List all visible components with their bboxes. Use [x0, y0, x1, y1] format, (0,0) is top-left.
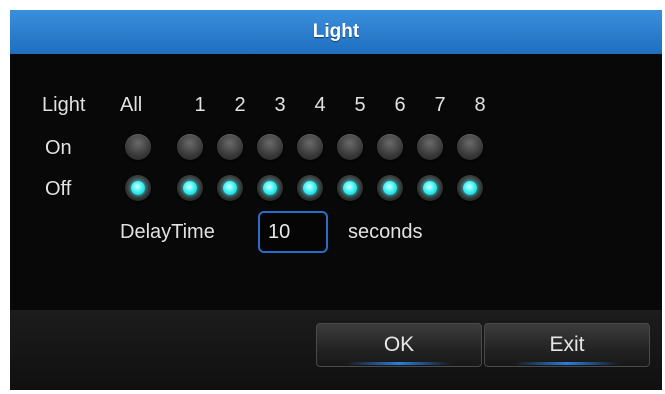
channel-label-7: 7	[434, 94, 446, 116]
radio-off-channel-5[interactable]	[337, 175, 363, 201]
delay-time-input[interactable]	[258, 211, 328, 253]
radio-on-channel-4[interactable]	[297, 134, 323, 160]
on-row-label: On	[45, 137, 72, 159]
channel-label-2: 2	[234, 94, 246, 116]
radio-off-all[interactable]	[125, 175, 151, 201]
ok-button-highlight	[347, 362, 451, 365]
radio-on-channel-6[interactable]	[377, 134, 403, 160]
channel-label-8: 8	[474, 94, 486, 116]
seconds-unit-label: seconds	[348, 221, 423, 243]
exit-button[interactable]: Exit	[484, 323, 650, 367]
exit-button-label: Exit	[549, 333, 585, 356]
channel-label-3: 3	[274, 94, 286, 116]
all-column-label: All	[120, 94, 143, 116]
channel-label-5: 5	[354, 94, 366, 116]
radio-on-channel-2[interactable]	[217, 134, 243, 160]
light-row-label: Light	[42, 94, 86, 116]
delay-time-label: DelayTime	[120, 221, 215, 243]
dialog-title: Light	[10, 10, 662, 54]
radio-off-channel-4[interactable]	[297, 175, 323, 201]
exit-button-highlight	[515, 362, 619, 365]
channel-label-6: 6	[394, 94, 406, 116]
radio-on-channel-5[interactable]	[337, 134, 363, 160]
light-dialog: Light Light All 1 2 3 4 5 6 7 8 On Off D…	[10, 10, 662, 390]
radio-on-channel-1[interactable]	[177, 134, 203, 160]
channel-label-4: 4	[314, 94, 326, 116]
radio-on-channel-8[interactable]	[457, 134, 483, 160]
radio-off-channel-3[interactable]	[257, 175, 283, 201]
radio-on-all[interactable]	[125, 134, 151, 160]
radio-off-channel-6[interactable]	[377, 175, 403, 201]
ok-button[interactable]: OK	[316, 323, 482, 367]
radio-off-channel-8[interactable]	[457, 175, 483, 201]
radio-on-channel-3[interactable]	[257, 134, 283, 160]
off-row-label: Off	[45, 178, 72, 200]
radio-on-channel-7[interactable]	[417, 134, 443, 160]
radio-off-channel-7[interactable]	[417, 175, 443, 201]
ok-button-label: OK	[383, 333, 415, 356]
radio-off-channel-2[interactable]	[217, 175, 243, 201]
channel-label-1: 1	[194, 94, 206, 116]
radio-off-channel-1[interactable]	[177, 175, 203, 201]
